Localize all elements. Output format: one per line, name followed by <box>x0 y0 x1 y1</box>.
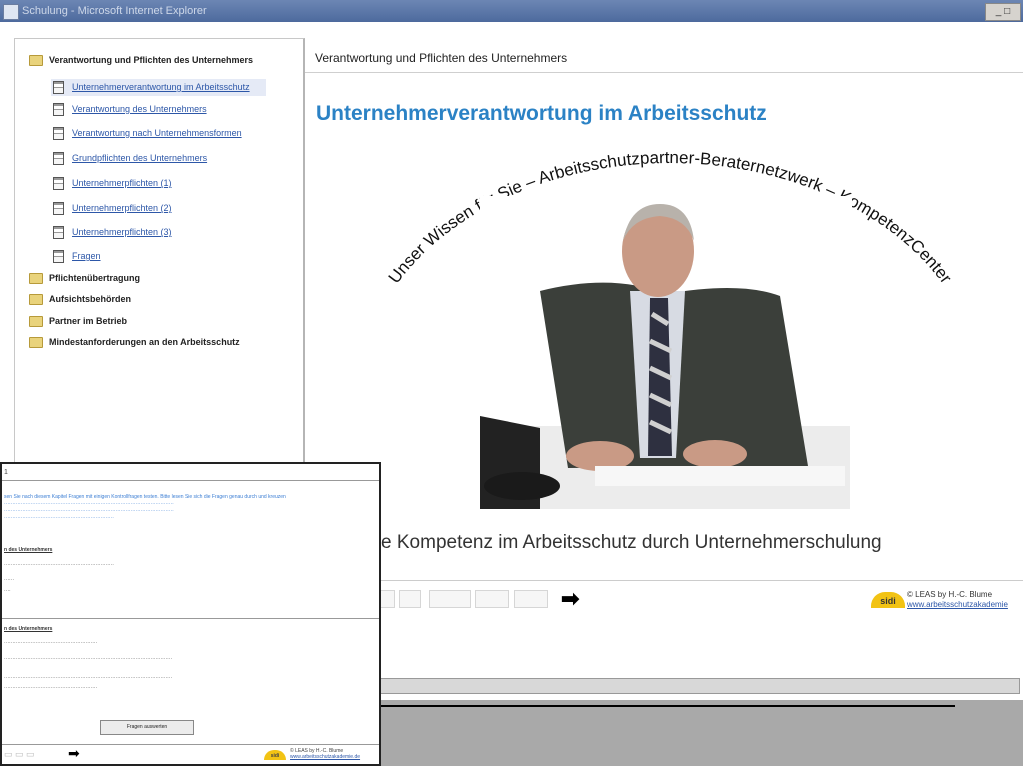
overlay-intro-2: ········································… <box>4 501 174 507</box>
overlay-intro-3: ········································… <box>4 508 174 514</box>
overlay-answer-2[interactable]: ···· <box>4 588 11 594</box>
next-arrow-icon[interactable]: ➡ <box>561 586 579 612</box>
sidebar-item-unternehmerverantwortung[interactable]: Unternehmerverantwortung im Arbeitsschut… <box>51 79 266 96</box>
copyright-text: © LEAS by H.-C. Blume <box>907 590 993 599</box>
sidebar-item-grundpflichten[interactable]: Grundpflichten des Unternehmers <box>53 152 207 165</box>
copyright-block: © LEAS by H.-C. Blume www.arbeitsschutza… <box>907 590 1008 610</box>
folder-icon <box>29 55 43 67</box>
content-subtitle: ersönliche Kompetenz im Arbeitsschutz du… <box>305 532 882 553</box>
overlay-website-link[interactable]: www.arbeitsschutzakademie.de <box>290 754 360 760</box>
page-icon <box>53 152 64 165</box>
sidebar-section-mindestanforderungen[interactable]: Mindestanforderungen an den Arbeitsschut… <box>29 337 240 349</box>
overlay-answer-3[interactable]: ········································… <box>4 656 172 662</box>
sidebar-item-verantwortung[interactable]: Verantwortung des Unternehmers <box>53 103 207 116</box>
presenter-photo <box>480 196 852 509</box>
folder-icon <box>29 337 43 349</box>
window-title: Schulung - Microsoft Internet Explorer <box>22 5 207 17</box>
page-icon <box>53 127 64 140</box>
title-bar: Schulung - Microsoft Internet Explorer _… <box>0 0 1023 22</box>
overlay-footer-divider <box>2 744 379 745</box>
horizontal-scrollbar[interactable] <box>305 678 1020 694</box>
nav-button-print[interactable] <box>475 590 509 608</box>
sidebar-section-verantwortung[interactable]: Verantwortung und Pflichten des Unterneh… <box>29 55 253 67</box>
overlay-sidi-logo: sidi <box>264 750 286 760</box>
page-icon <box>53 81 64 94</box>
nav-button-prev[interactable] <box>399 590 421 608</box>
overlay-copyright: © LEAS by H.-C. Blume www.arbeitsschutza… <box>290 748 360 760</box>
page-icon <box>53 202 64 215</box>
sidebar-item-pflichten-3[interactable]: Unternehmerpflichten (3) <box>53 226 172 239</box>
overlay-question-1: ········································… <box>4 562 114 568</box>
browser-icon <box>3 4 19 20</box>
overlay-nav-buttons[interactable]: ▭ ▭ ▭ <box>4 749 35 760</box>
nav-button-menu[interactable] <box>429 590 471 608</box>
quiz-screenshot-overlay: 1 sen Sie nach diesem Kapitel Fragen mit… <box>0 462 381 766</box>
folder-icon <box>29 273 43 285</box>
overlay-intro: sen Sie nach diesem Kapitel Fragen mit e… <box>4 494 286 500</box>
overlay-intro-4: ········································… <box>4 515 114 521</box>
overlay-question-2: ········································… <box>4 640 98 646</box>
nav-button-help[interactable] <box>514 590 548 608</box>
sidebar-section-pflichtenuebertragung[interactable]: Pflichtenübertragung <box>29 273 140 285</box>
sidebar-item-unternehmensformen[interactable]: Verantwortung nach Unternehmensformen <box>53 127 242 140</box>
sidebar-section-aufsichtsbehoerden[interactable]: Aufsichtsbehörden <box>29 294 131 306</box>
page-icon <box>53 177 64 190</box>
window-controls[interactable]: _ □ <box>985 3 1021 21</box>
folder-icon <box>29 316 43 328</box>
folder-icon <box>29 294 43 306</box>
sidebar-item-pflichten-2[interactable]: Unternehmerpflichten (2) <box>53 202 172 215</box>
evaluate-questions-button[interactable]: Fragen auswerten <box>100 720 194 735</box>
sidebar-item-pflichten-1[interactable]: Unternehmerpflichten (1) <box>53 177 172 190</box>
sidi-logo: sidi <box>871 592 905 608</box>
overlay-title: 1 <box>4 469 8 476</box>
website-link[interactable]: www.arbeitsschutzakademie <box>907 600 1008 609</box>
overlay-heading-2: n des Unternehmers <box>4 626 53 632</box>
overlay-answer-4[interactable]: ········································… <box>4 675 172 681</box>
overlay-divider <box>2 480 379 481</box>
sidebar-item-fragen[interactable]: Fragen <box>53 250 101 263</box>
page-icon <box>53 226 64 239</box>
overlay-answer-5[interactable]: ········································… <box>4 685 97 691</box>
overlay-answer-1[interactable]: ······ <box>4 577 14 583</box>
separator-line <box>370 705 955 707</box>
overlay-heading-1: n des Unternehmers <box>4 547 53 553</box>
nav-divider <box>305 580 1023 581</box>
page-icon <box>53 250 64 263</box>
content-panel: Verantwortung und Pflichten des Unterneh… <box>305 38 1023 678</box>
page-icon <box>53 103 64 116</box>
overlay-divider-2 <box>2 618 379 619</box>
overlay-next-arrow-icon[interactable]: ➡ <box>68 745 80 762</box>
sidebar-section-partner[interactable]: Partner im Betrieb <box>29 316 127 328</box>
